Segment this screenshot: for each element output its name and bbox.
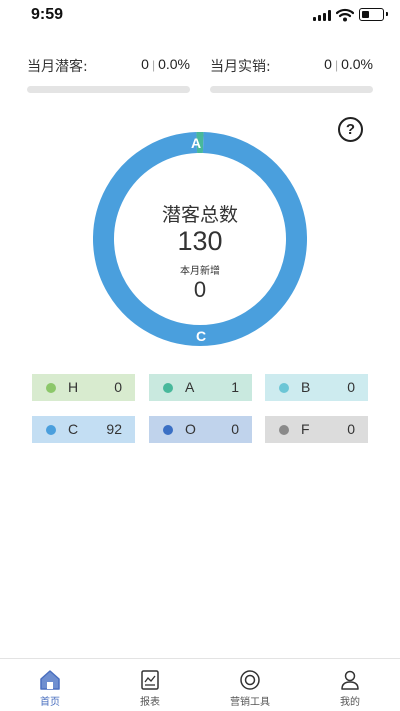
- stat-label: 当月潜客:: [27, 59, 88, 75]
- legend-category: C: [68, 421, 79, 437]
- tab-label: 报表: [140, 697, 160, 708]
- legend-count: 0: [347, 379, 355, 395]
- legend-dot: [46, 424, 56, 435]
- segment-label-c: C: [196, 328, 207, 344]
- tab-label: 营销工具: [230, 697, 270, 708]
- target-icon: [240, 670, 260, 690]
- legend-count: 0: [231, 421, 239, 437]
- donut-subtitle: 本月新增: [180, 266, 220, 277]
- donut-new-count: 0: [193, 277, 207, 302]
- signal-icon: [313, 10, 331, 21]
- stat-monthly-prospects: 当月潜客: 0 | 0.0%: [27, 56, 190, 96]
- tab-label: 我的: [340, 697, 360, 708]
- tab-label: 首页: [40, 697, 60, 708]
- user-icon: [341, 670, 359, 690]
- tab-home[interactable]: 首页: [0, 659, 100, 711]
- legend-chip-f[interactable]: F 0: [265, 416, 368, 443]
- legend-chip-b[interactable]: B 0: [265, 374, 368, 401]
- stat-monthly-sales: 当月实销: 0 | 0.0%: [210, 56, 373, 96]
- legend-chip-o[interactable]: O 0: [149, 416, 252, 443]
- legend-chip-a[interactable]: A 1: [149, 374, 252, 401]
- legend-dot: [163, 424, 173, 435]
- stat-progress-bar: [27, 86, 190, 93]
- stat-progress-bar: [210, 86, 373, 93]
- segment-label-a: A: [191, 135, 202, 151]
- legend-count: 0: [114, 379, 122, 395]
- legend-category: A: [185, 379, 195, 395]
- legend-category: F: [301, 421, 310, 437]
- tab-report[interactable]: 报表: [100, 659, 200, 711]
- wifi-icon: [336, 8, 354, 22]
- battery-icon: [359, 8, 388, 21]
- donut-total: 130: [177, 226, 223, 256]
- legend-dot: [279, 382, 289, 393]
- help-icon[interactable]: ?: [338, 117, 363, 142]
- prospect-donut-chart[interactable]: A C 潜客总数 130 本月新增 0: [93, 132, 307, 346]
- tab-profile[interactable]: 我的: [300, 659, 400, 711]
- stat-values: 0 | 0.0%: [324, 56, 373, 72]
- stat-label: 当月实销:: [210, 59, 271, 75]
- stat-count: 0: [141, 56, 149, 72]
- stat-count: 0: [324, 56, 332, 72]
- stat-percent: 0.0%: [341, 56, 373, 72]
- legend-dot: [46, 382, 56, 393]
- legend-chip-c[interactable]: C 92: [32, 416, 135, 443]
- status-time: 9:59: [31, 6, 64, 23]
- legend-chip-h[interactable]: H 0: [32, 374, 135, 401]
- stat-percent: 0.0%: [158, 56, 190, 72]
- legend-dot: [279, 424, 289, 435]
- legend-category: B: [301, 379, 311, 395]
- donut-title: 潜客总数: [161, 204, 238, 226]
- stat-values: 0 | 0.0%: [141, 56, 190, 72]
- legend-count: 92: [106, 421, 122, 437]
- legend-category: O: [185, 421, 196, 437]
- report-icon: [141, 670, 159, 690]
- legend-count: 1: [231, 379, 239, 395]
- legend-count: 0: [347, 421, 355, 437]
- tab-marketing-tools[interactable]: 营销工具: [200, 659, 300, 711]
- legend-dot: [163, 382, 173, 393]
- home-icon: [40, 670, 60, 690]
- legend-category: H: [68, 379, 79, 395]
- bottom-tab-bar: 首页 报表 营销工具 我的: [0, 658, 400, 711]
- status-bar: 9:59: [0, 0, 400, 34]
